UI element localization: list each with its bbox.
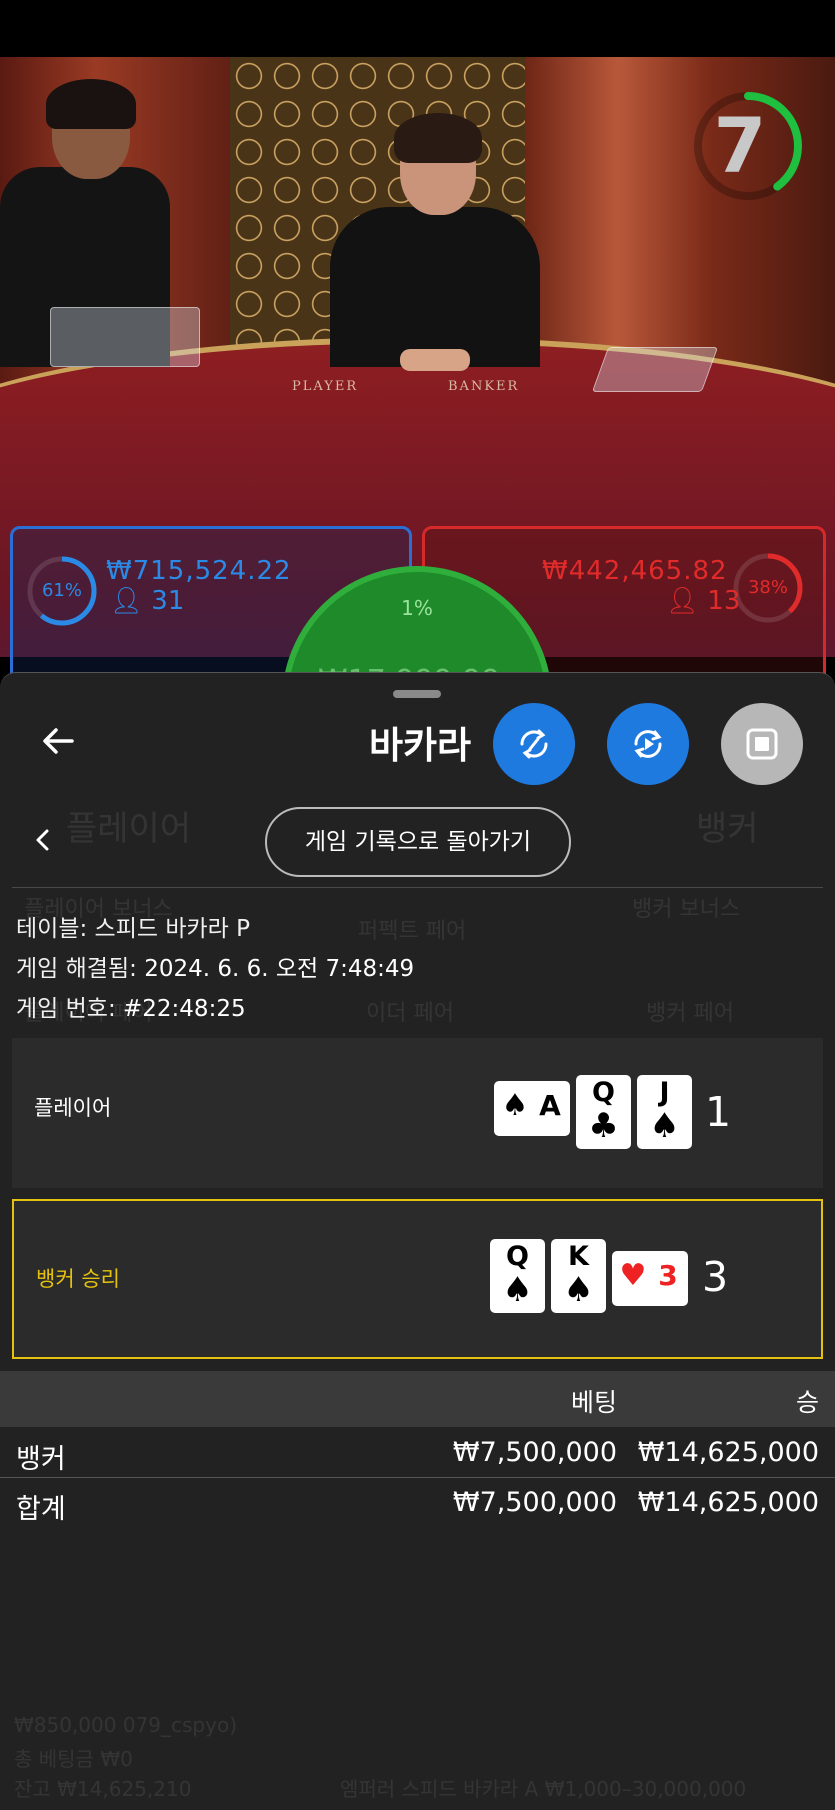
banker-card-2: K ♠ [551, 1239, 606, 1313]
page-title: 바카라 [368, 724, 472, 767]
sheet-drag-handle[interactable] [393, 690, 441, 698]
game-number-value: #22:48:25 [123, 996, 246, 1022]
banker-hand-row: 뱅커 승리 Q ♠ K ♠ ♥ 3 3 [12, 1199, 823, 1359]
table-row: 뱅커 ₩7,500,000 ₩14,625,000 [0, 1429, 835, 1479]
banker-win-label: 뱅커 승리 [36, 1267, 120, 1291]
back-arrow-icon[interactable] [38, 721, 78, 761]
banker-card-3: ♥ 3 [612, 1251, 688, 1306]
sync-rotate-icon [520, 729, 548, 759]
replay-icon [634, 730, 662, 758]
ghost-bottom-line2: 총 베팅금 ₩0 [14, 1747, 133, 1771]
spade-icon: ♠ [502, 1270, 533, 1310]
player-bet-amount: ₩715,524.22 [106, 556, 292, 586]
total-label: 합계 [16, 1494, 66, 1525]
win-amount: ₩14,625,000 [637, 1437, 819, 1468]
total-bet: ₩7,500,000 [452, 1487, 617, 1518]
player-bettor-count: 👤︎ 31 [110, 586, 184, 616]
table-label-banker: BANKER [448, 379, 520, 394]
ghost-bottom-line3: 잔고 ₩14,625,210 [14, 1777, 192, 1801]
divider [12, 887, 823, 888]
game-resolved: 게임 해결됨: 2024. 6. 6. 오전 7:48:49 [16, 949, 414, 983]
player-hand-label: 플레이어 [34, 1096, 112, 1120]
stop-button[interactable] [721, 703, 803, 785]
card-rank: Q [506, 1241, 529, 1272]
table-name: 테이블: 스피드 바카라 P [16, 916, 250, 942]
ghost-perfect-pair: 퍼펙트 페어 [358, 919, 467, 944]
player-score: 1 [705, 1088, 732, 1136]
dealer-hands [400, 349, 470, 371]
user-icon: 👤︎ [666, 586, 700, 616]
game-number: 게임 번호: #22:48:25 [16, 989, 246, 1023]
column-bet: 베팅 [570, 1388, 617, 1417]
discard-tray [591, 347, 719, 392]
ghost-banker-tab: 뱅커 [696, 809, 759, 849]
card-rank: Q [592, 1077, 615, 1108]
banker-bet-amount: ₩442,465.82 [542, 556, 728, 586]
dealer [330, 207, 540, 367]
back-to-history-button[interactable]: 게임 기록으로 돌아가기 [265, 807, 571, 877]
ghost-banker-pair: 뱅커 페어 [646, 1001, 734, 1026]
ghost-bottom-line1: ₩850,000 079_cspyo) [14, 1713, 237, 1737]
dealer-assistant-hair [46, 79, 136, 129]
heart-icon: ♥ [619, 1258, 647, 1293]
game-history-sheet: 플레이어 뱅커 플레이어 보너스 퍼펙트 페어 뱅커 보너스 플레이어 페어 이… [0, 672, 835, 1810]
replay-video-button[interactable] [607, 703, 689, 785]
spade-icon: ♠ [563, 1270, 594, 1310]
ghost-bottom-right: 엠퍼러 스피드 바카라 A ₩1,000–30,000,000 [340, 1777, 747, 1801]
table-row-total: 합계 ₩7,500,000 ₩14,625,000 [0, 1479, 835, 1529]
table-label-player: PLAYER [292, 379, 359, 394]
ghost-either-pair: 이더 페어 [366, 1001, 454, 1026]
player-hand-row: 플레이어 ♠ A Q ♣ J ♠ 1 [12, 1038, 823, 1188]
game-resolved-value: 2024. 6. 6. 오전 7:48:49 [144, 956, 415, 982]
total-win: ₩14,625,000 [637, 1487, 819, 1518]
game-number-label: 게임 번호: [16, 996, 116, 1022]
player-card-3: J ♠ [637, 1075, 692, 1149]
banker-count-value: 13 [707, 586, 741, 616]
banker-score: 3 [702, 1253, 729, 1301]
ghost-player-tab: 플레이어 [66, 809, 192, 849]
bets-table-header: 베팅 승 [0, 1371, 835, 1427]
card-rank: A [539, 1089, 561, 1122]
ghost-banker-bonus: 뱅커 보너스 [632, 897, 741, 922]
card-rank: K [568, 1241, 589, 1272]
tie-percent: 1% [401, 596, 433, 620]
player-card-1: ♠ A [494, 1081, 570, 1136]
banker-card-1: Q ♠ [490, 1239, 545, 1313]
spade-icon: ♠ [649, 1106, 680, 1146]
banker-bettor-count: 👤︎ 13 [666, 586, 740, 616]
player-count-value: 31 [151, 586, 185, 616]
stop-square-icon [746, 728, 778, 760]
card-rank: J [659, 1077, 670, 1108]
game-resolved-label: 게임 해결됨: [16, 956, 137, 982]
countdown-number: 7 [713, 101, 767, 190]
card-rank: 3 [658, 1259, 678, 1292]
divider [0, 1477, 835, 1478]
club-icon: ♣ [588, 1106, 619, 1146]
player-percent: 61% [41, 580, 82, 601]
banker-percent: 38% [747, 577, 788, 598]
user-icon: 👤︎ [110, 586, 144, 616]
bet-name: 뱅커 [16, 1444, 66, 1475]
spade-icon: ♠ [501, 1088, 529, 1123]
rotate-view-button[interactable] [493, 703, 575, 785]
chevron-left-icon[interactable] [28, 825, 58, 855]
dealer-hair [394, 113, 482, 163]
card-shoe [50, 307, 200, 367]
column-win: 승 [795, 1388, 819, 1417]
bet-amount: ₩7,500,000 [452, 1437, 617, 1468]
player-card-2: Q ♣ [576, 1075, 631, 1149]
